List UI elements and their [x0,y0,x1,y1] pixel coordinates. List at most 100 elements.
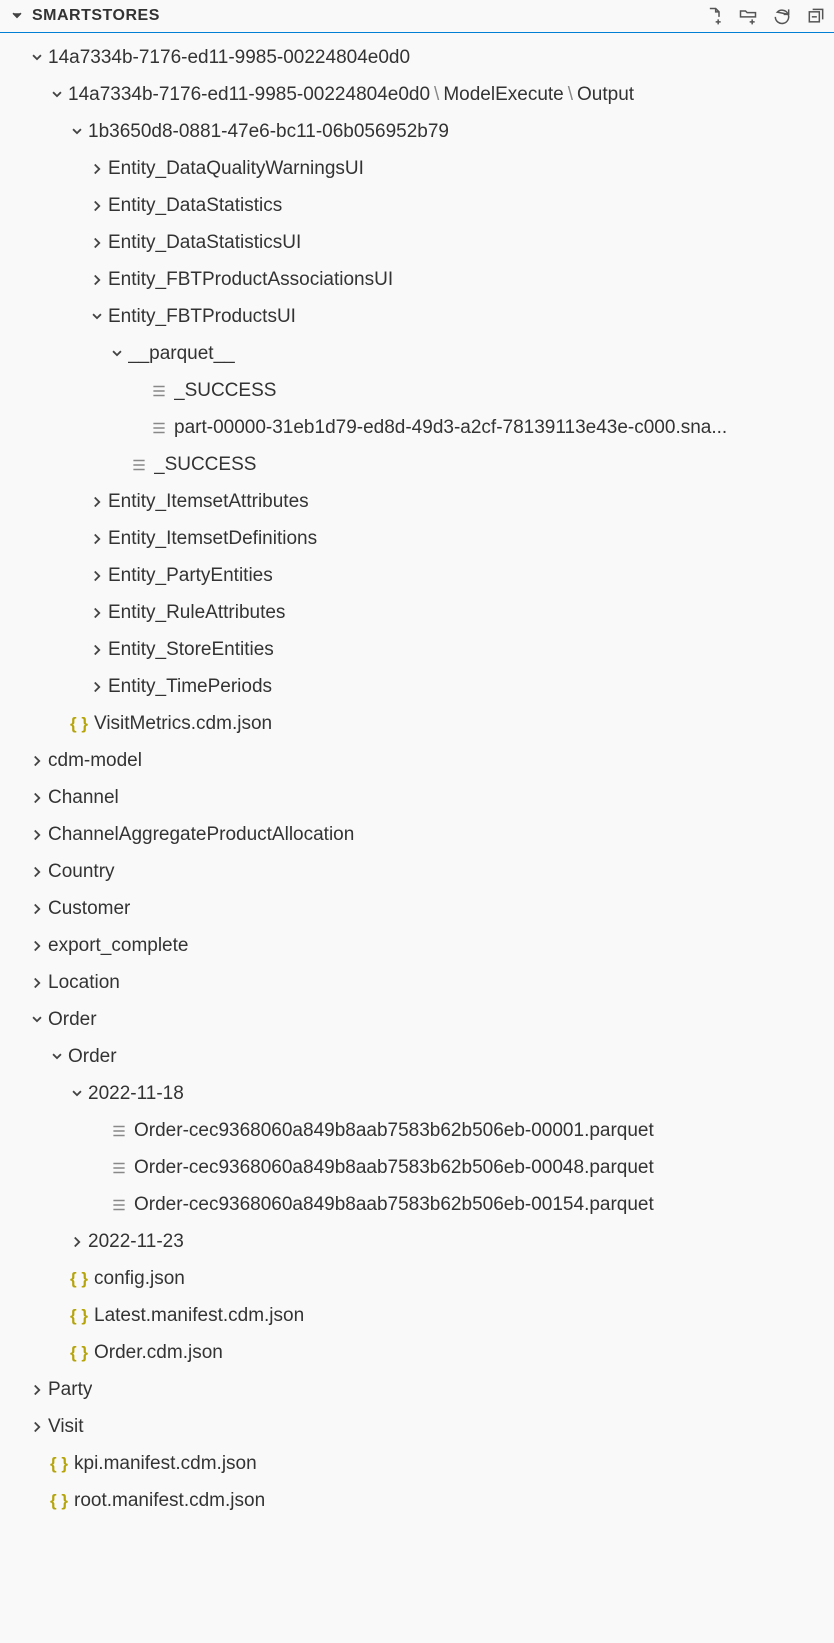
json-icon: { } [68,1343,90,1363]
tree-file-row[interactable]: Order-cec9368060a849b8aab7583b62b506eb-0… [0,1186,834,1223]
tree-folder-row[interactable]: Entity_DataStatisticsUI [0,224,834,261]
new-file-icon[interactable] [704,6,724,26]
json-icon: { } [48,1454,70,1474]
tree-file-row[interactable]: { }VisitMetrics.cdm.json [0,705,834,742]
chevron-down-icon[interactable] [66,123,88,141]
tree-item-label: kpi.manifest.cdm.json [74,1453,257,1475]
tree-item-label: Order.cdm.json [94,1342,223,1364]
tree-file-row[interactable]: { }kpi.manifest.cdm.json [0,1445,834,1482]
tree-folder-row[interactable]: __parquet__ [0,335,834,372]
tree-folder-row[interactable]: Customer [0,890,834,927]
collapse-all-icon[interactable] [806,6,826,26]
chevron-right-icon[interactable] [26,974,48,992]
tree-file-row[interactable]: { }root.manifest.cdm.json [0,1482,834,1519]
tree-folder-row[interactable]: Country [0,853,834,890]
tree-folder-row[interactable]: Entity_FBTProductsUI [0,298,834,335]
chevron-right-icon[interactable] [66,1233,88,1251]
chevron-right-icon[interactable] [86,271,108,289]
tree-folder-row[interactable]: Party [0,1371,834,1408]
tree-item-label: 2022-11-23 [88,1231,184,1253]
chevron-down-icon[interactable] [26,49,48,67]
tree-item-label: Entity_DataStatisticsUI [108,232,301,254]
tree-folder-row[interactable]: Entity_PartyEntities [0,557,834,594]
tree-item-label: Party [48,1379,92,1401]
tree-folder-row[interactable]: 14a7334b-7176-ed11-9985-00224804e0d0\Mod… [0,76,834,113]
tree-item-label: Channel [48,787,119,809]
chevron-down-icon[interactable] [86,308,108,326]
new-folder-icon[interactable] [738,6,758,26]
tree-folder-row[interactable]: Entity_DataQualityWarningsUI [0,150,834,187]
tree-folder-row[interactable]: export_complete [0,927,834,964]
tree-file-row[interactable]: { }config.json [0,1260,834,1297]
tree-folder-row[interactable]: Visit [0,1408,834,1445]
refresh-icon[interactable] [772,6,792,26]
tree-folder-row[interactable]: Entity_ItemsetAttributes [0,483,834,520]
chevron-right-icon[interactable] [86,678,108,696]
json-icon: { } [48,1491,70,1511]
json-icon: { } [68,714,90,734]
chevron-right-icon[interactable] [86,567,108,585]
chevron-right-icon[interactable] [26,752,48,770]
tree-folder-row[interactable]: 2022-11-23 [0,1223,834,1260]
chevron-right-icon[interactable] [86,641,108,659]
tree-folder-row[interactable]: 14a7334b-7176-ed11-9985-00224804e0d0 [0,39,834,76]
chevron-right-icon[interactable] [86,530,108,548]
chevron-right-icon[interactable] [86,493,108,511]
tree-file-row[interactable]: _SUCCESS [0,372,834,409]
tree-item-label: Visit [48,1416,84,1438]
chevron-right-icon[interactable] [86,197,108,215]
tree-folder-row[interactable]: Entity_StoreEntities [0,631,834,668]
tree-file-row[interactable]: part-00000-31eb1d79-ed8d-49d3-a2cf-78139… [0,409,834,446]
chevron-right-icon[interactable] [26,1381,48,1399]
file-icon [128,456,150,474]
tree-folder-row[interactable]: 1b3650d8-0881-47e6-bc11-06b056952b79 [0,113,834,150]
chevron-down-icon[interactable] [66,1085,88,1103]
tree-folder-row[interactable]: Entity_RuleAttributes [0,594,834,631]
tree-folder-row[interactable]: Order [0,1038,834,1075]
tree-folder-row[interactable]: Entity_DataStatistics [0,187,834,224]
chevron-down-icon[interactable] [46,86,68,104]
chevron-right-icon[interactable] [26,863,48,881]
path-segment: Output [577,84,634,105]
tree-item-label: Entity_PartyEntities [108,565,273,587]
tree-folder-row[interactable]: Entity_FBTProductAssociationsUI [0,261,834,298]
tree-item-label: __parquet__ [128,343,235,365]
tree-item-label: _SUCCESS [174,380,276,402]
explorer-panel-header: SMARTSTORES [0,0,834,33]
tree-file-row[interactable]: _SUCCESS [0,446,834,483]
tree-folder-row[interactable]: ChannelAggregateProductAllocation [0,816,834,853]
tree-file-row[interactable]: { }Latest.manifest.cdm.json [0,1297,834,1334]
chevron-right-icon[interactable] [86,604,108,622]
tree-item-label: Entity_FBTProductsUI [108,306,296,328]
chevron-right-icon[interactable] [86,234,108,252]
tree-item-label: config.json [94,1268,185,1290]
tree-file-row[interactable]: Order-cec9368060a849b8aab7583b62b506eb-0… [0,1149,834,1186]
tree-item-label: 14a7334b-7176-ed11-9985-00224804e0d0 [48,47,410,69]
chevron-right-icon[interactable] [86,160,108,178]
chevron-down-icon[interactable] [26,1011,48,1029]
tree-folder-row[interactable]: Entity_ItemsetDefinitions [0,520,834,557]
chevron-right-icon[interactable] [26,937,48,955]
path-segment: ModelExecute [443,84,563,105]
tree-item-label: Latest.manifest.cdm.json [94,1305,304,1327]
tree-item-label: ChannelAggregateProductAllocation [48,824,354,846]
tree-folder-row[interactable]: Channel [0,779,834,816]
file-icon [148,419,170,437]
tree-item-label: cdm-model [48,750,142,772]
tree-folder-row[interactable]: 2022-11-18 [0,1075,834,1112]
tree-item-label: Location [48,972,120,994]
tree-folder-row[interactable]: Entity_TimePeriods [0,668,834,705]
tree-file-row[interactable]: { }Order.cdm.json [0,1334,834,1371]
panel-collapse-icon[interactable] [6,7,28,25]
chevron-right-icon[interactable] [26,1418,48,1436]
chevron-right-icon[interactable] [26,826,48,844]
file-tree: 14a7334b-7176-ed11-9985-00224804e0d0 14a7… [0,33,834,1519]
chevron-right-icon[interactable] [26,789,48,807]
tree-folder-row[interactable]: Location [0,964,834,1001]
tree-file-row[interactable]: Order-cec9368060a849b8aab7583b62b506eb-0… [0,1112,834,1149]
chevron-down-icon[interactable] [106,345,128,363]
tree-folder-row[interactable]: cdm-model [0,742,834,779]
chevron-right-icon[interactable] [26,900,48,918]
tree-folder-row[interactable]: Order [0,1001,834,1038]
chevron-down-icon[interactable] [46,1048,68,1066]
